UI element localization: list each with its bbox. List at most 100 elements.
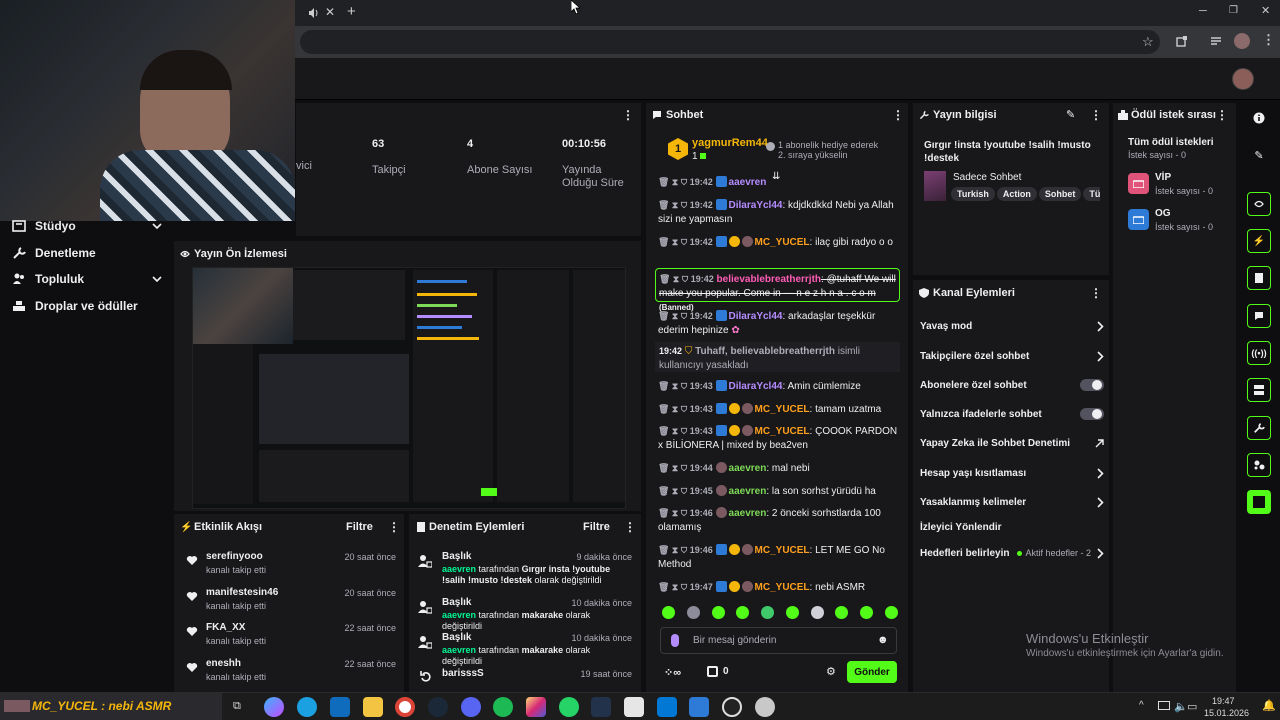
user-avatar[interactable] <box>1232 68 1254 90</box>
mod-item[interactable]: Başlık 10 dakika önce aaevren tarafından… <box>418 632 632 666</box>
tag[interactable]: Sohbet <box>1038 187 1082 201</box>
gift-user[interactable]: yagmurRem44 <box>692 137 768 149</box>
document-toggle-icon[interactable] <box>1247 266 1271 290</box>
lightning-toggle-icon[interactable]: ⚡ <box>1247 229 1271 253</box>
browser-menu-icon[interactable]: ⋮ <box>1262 32 1275 48</box>
url-input[interactable] <box>300 30 1160 54</box>
pencil-icon[interactable]: ✎ <box>1066 108 1075 121</box>
discord-icon[interactable] <box>461 697 481 717</box>
action-followers-only[interactable]: Takipçilere özel sohbet <box>920 346 1104 366</box>
notification-bell-icon[interactable]: 🔔 <box>1262 699 1276 712</box>
instagram-icon[interactable] <box>526 697 546 717</box>
paint-icon[interactable] <box>689 697 709 717</box>
nav-item-community[interactable]: Topluluk <box>12 267 162 291</box>
chat-message[interactable]: 🗑 ⧗ ⛉ 19:44 aaevren: mal nebi <box>658 461 898 476</box>
community-toggle-icon[interactable] <box>1247 453 1271 477</box>
emote-icon[interactable] <box>662 606 675 619</box>
broadcast-toggle-icon[interactable]: ((•)) <box>1247 341 1271 365</box>
action-emotes-only[interactable]: Yalnızca ifadelerle sohbet <box>920 404 1104 424</box>
profile-avatar[interactable] <box>1234 33 1250 49</box>
action-subscribers-only[interactable]: Abonelere özel sohbet <box>920 375 1104 395</box>
emote-icon[interactable] <box>761 606 775 619</box>
extensions-icon[interactable] <box>1176 35 1188 47</box>
chat-message[interactable]: 🗑 ⧗ ⛉ 19:42 aaevren <box>658 175 898 190</box>
emote-icon[interactable] <box>711 606 725 619</box>
emoji-icon[interactable]: ☻ <box>877 634 889 646</box>
kebab-menu-icon[interactable]: ⋮ <box>1090 287 1102 299</box>
action-raid[interactable]: İzleyici Yönlendir <box>920 517 1104 537</box>
category-thumbnail[interactable] <box>924 171 946 201</box>
chat-message[interactable]: 🗑 ⧗ ⛉ 19:46 MC_YUCEL: LET ME GO No Metho… <box>658 543 898 572</box>
kebab-menu-icon[interactable]: ⋮ <box>624 521 636 533</box>
clock-time[interactable]: 19:47 <box>1212 696 1235 706</box>
emote-icon[interactable] <box>785 606 799 619</box>
mod-item[interactable]: barisssS 19 saat önce <box>418 668 632 686</box>
action-slow-mode[interactable]: Yavaş mod <box>920 316 1104 336</box>
emote-icon[interactable] <box>884 606 898 619</box>
kebab-menu-icon[interactable]: ⋮ <box>1216 109 1228 121</box>
steam-icon[interactable] <box>428 697 448 717</box>
chat-message[interactable]: 🗑 ⧗ ⛉ 19:45 aaevren: la son sorhst yürüd… <box>658 484 898 499</box>
emote-icon[interactable] <box>860 606 874 619</box>
chat-message[interactable]: 🗑 ⧗ ⛉ 19:42 DilaraYcl44: kdjdkdkkd Nebi … <box>658 198 898 227</box>
outlook-icon[interactable] <box>330 697 350 717</box>
emote-icon[interactable] <box>810 606 824 619</box>
tag[interactable]: Turkish <box>951 187 995 201</box>
feed-item[interactable]: eneshh kanalı takip etti 22 saat önce <box>186 658 396 694</box>
preview-video[interactable] <box>192 267 626 509</box>
nav-item-moderation[interactable]: Denetleme <box>12 241 162 265</box>
task-view-icon[interactable]: ⧉ <box>233 700 241 713</box>
bookmark-star-icon[interactable]: ☆ <box>1142 34 1154 50</box>
emote-icon[interactable] <box>736 606 750 619</box>
send-button[interactable]: Gönder <box>847 661 897 683</box>
kebab-menu-icon[interactable]: ⋮ <box>1090 109 1102 121</box>
vscode-icon[interactable] <box>657 697 677 717</box>
taskbar-preview[interactable]: MC_YUCEL : nebi ASMR <box>0 693 222 720</box>
chat-message[interactable]: 🗑 ⧗ ⛉ 19:47 MC_YUCEL: nebi ASMR <box>658 580 898 595</box>
restore-icon[interactable]: ❐ <box>1229 5 1238 16</box>
info-panel-toggle-icon[interactable] <box>1247 378 1271 402</box>
chat-input[interactable]: Bir mesaj gönderin ☻ <box>660 627 897 654</box>
chat-message[interactable]: 🗑 ⧗ ⛉ 19:46 aaevren: 2 önceki sorhstlard… <box>658 506 898 535</box>
network-icon[interactable] <box>1158 701 1170 710</box>
kebab-menu-icon[interactable]: ⋮ <box>892 109 904 121</box>
copilot-icon[interactable] <box>264 697 284 717</box>
kebab-menu-icon[interactable]: ⋮ <box>388 521 400 533</box>
feed-item[interactable]: serefinyooo kanalı takip etti 20 saat ön… <box>186 551 396 587</box>
chrome-icon[interactable] <box>395 697 415 717</box>
minimize-icon[interactable]: ─ <box>1199 5 1207 17</box>
chat-toggle-icon[interactable] <box>1247 304 1271 328</box>
activity-filter-button[interactable]: Filtre <box>346 521 373 533</box>
moderation-filter-button[interactable]: Filtre <box>583 521 610 533</box>
reward-name[interactable]: VİP <box>1155 172 1171 183</box>
obs-icon[interactable] <box>722 697 742 717</box>
notepad-icon[interactable] <box>624 697 644 717</box>
emote-icon[interactable] <box>686 606 700 619</box>
window-close-icon[interactable]: ✕ <box>1261 4 1270 17</box>
mod-item[interactable]: Başlık 9 dakika önce aaevren tarafından … <box>418 551 632 591</box>
reward-name[interactable]: OG <box>1155 208 1171 219</box>
reading-list-icon[interactable] <box>1210 35 1222 47</box>
new-tab-icon[interactable]: + <box>347 3 356 20</box>
chat-message[interactable]: 🗑 ⧗ ⛉ 19:43 DilaraYcl44: Amin cümlemize <box>658 379 898 394</box>
mod-item[interactable]: Başlık 10 dakika önce aaevren tarafından… <box>418 597 632 631</box>
nav-item-drops[interactable]: Droplar ve ödüller <box>12 294 162 318</box>
speaker-icon[interactable] <box>308 7 320 19</box>
tag[interactable]: Tür <box>1083 187 1100 201</box>
all-rewards-link[interactable]: Tüm ödül istekleri <box>1128 137 1214 148</box>
explorer-icon[interactable] <box>363 697 383 717</box>
pencil-icon[interactable]: ✎ <box>1247 143 1271 167</box>
volume-icon[interactable]: 🔈 <box>1174 700 1188 713</box>
kebab-menu-icon[interactable]: ⋮ <box>622 109 634 121</box>
info-icon[interactable] <box>1247 106 1271 130</box>
feed-item[interactable]: FKA_XX kanalı takip etti 22 saat önce <box>186 622 396 658</box>
preview-toggle-icon[interactable] <box>1247 192 1271 216</box>
clapperboard-icon[interactable] <box>1247 490 1271 514</box>
action-goals[interactable]: Hedefleri belirleyin Aktif hedefler - 2 <box>920 543 1104 563</box>
spotify-icon[interactable] <box>493 697 513 717</box>
chat-message[interactable]: 🗑 ⧗ ⛉ 19:43 MC_YUCEL: tamam uzatma <box>658 402 898 417</box>
action-ai-moderation[interactable]: Yapay Zeka ile Sohbet Denetimi <box>920 433 1104 453</box>
wrench-toggle-icon[interactable] <box>1247 416 1271 440</box>
category-name[interactable]: Sadece Sohbet <box>953 172 1021 183</box>
app-icon[interactable] <box>755 697 775 717</box>
